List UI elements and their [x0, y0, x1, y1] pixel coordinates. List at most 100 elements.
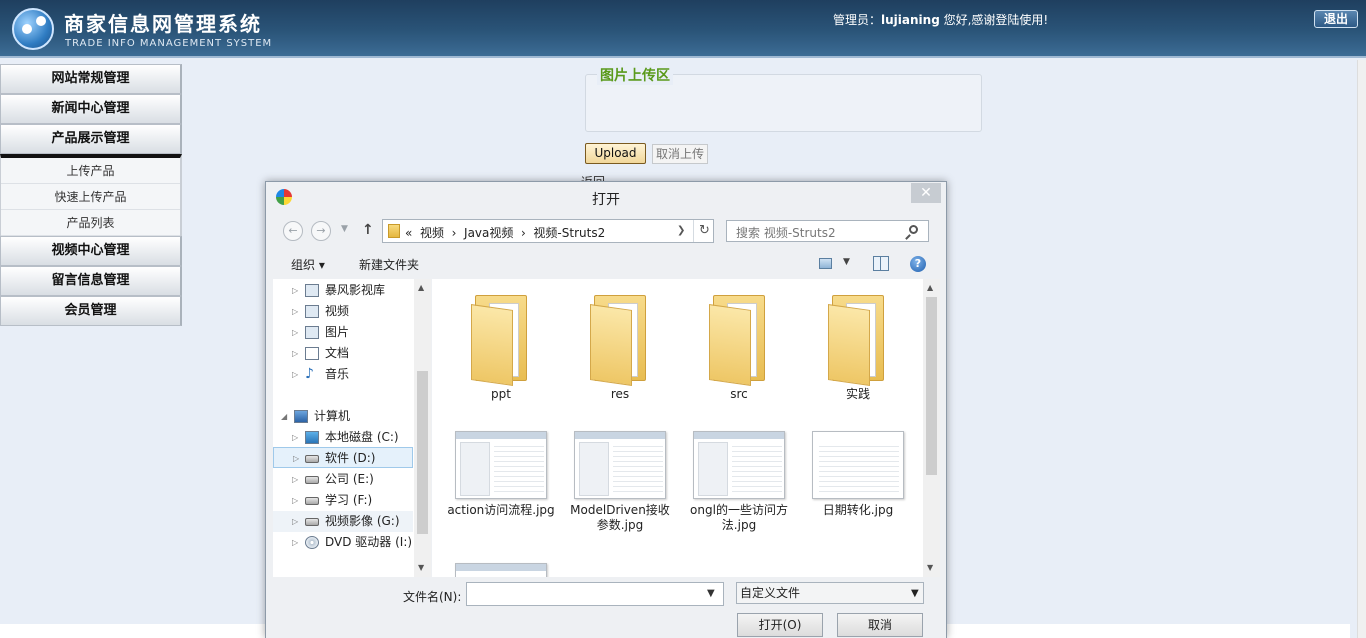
menu-site-general[interactable]: 网站常规管理: [0, 64, 182, 94]
file-label: ppt: [491, 387, 511, 401]
logout-button[interactable]: 退出: [1314, 10, 1358, 28]
help-icon[interactable]: ?: [910, 256, 926, 272]
tree-item-video-library[interactable]: ▷ 暴风影视库: [273, 280, 413, 301]
file-item-folder[interactable]: ppt: [446, 285, 556, 402]
file-item-image[interactable]: action访问流程.jpg: [446, 431, 556, 518]
file-item-folder[interactable]: res: [565, 285, 675, 402]
drive-icon: [305, 518, 319, 526]
scroll-thumb[interactable]: [926, 297, 937, 475]
admin-label: 管理员：: [833, 13, 882, 27]
file-item-image[interactable]: ModelDriven接收参数.jpg: [565, 431, 675, 533]
drive-icon: [305, 497, 319, 505]
chevron-down-icon[interactable]: ❯: [677, 225, 685, 236]
files-pane: ppt res src 实践 action访问流程.jpg ModelDrive…: [432, 279, 940, 577]
dialog-footer: 文件名(N): ▼ ▼ 自定义文件 打开(O) 取消: [266, 577, 946, 638]
open-button[interactable]: 打开(O): [737, 613, 823, 637]
greeting-text: 您好,感谢登陆使用!: [939, 13, 1049, 27]
tree-item-documents[interactable]: ▷ 文档: [273, 343, 413, 364]
file-item-folder[interactable]: src: [684, 285, 794, 402]
local-disk-icon: [305, 431, 319, 444]
upload-button[interactable]: Upload: [585, 143, 646, 164]
change-view-icon[interactable]: [819, 258, 832, 269]
address-path[interactable]: « 视频 › Java视频 › 视频-Struts2: [405, 224, 605, 241]
new-folder-button[interactable]: 新建文件夹: [359, 256, 419, 273]
cancel-upload-button[interactable]: 取消上传: [652, 144, 708, 164]
chevron-down-icon[interactable]: ▼: [707, 588, 715, 599]
product-submenu: 上传产品 快速上传产品 产品列表: [0, 154, 182, 236]
scroll-thumb[interactable]: [417, 371, 428, 534]
submenu-product-list[interactable]: 产品列表: [1, 210, 180, 236]
files-scrollbar[interactable]: ▲ ▼: [923, 279, 940, 577]
tree-item-pictures[interactable]: ▷ 图片: [273, 322, 413, 343]
tree-item-drive-d[interactable]: ▷ 软件 (D:): [273, 447, 413, 468]
navigation-scrollbar[interactable]: ▲ ▼: [414, 279, 431, 577]
dialog-titlebar[interactable]: 打开 ✕: [266, 182, 946, 212]
forward-arrow-icon[interactable]: →: [311, 221, 331, 241]
view-dropdown-icon[interactable]: ▼: [843, 257, 850, 267]
scroll-down-icon[interactable]: ▼: [927, 563, 933, 572]
page-scrollbar[interactable]: [1357, 60, 1366, 638]
app-header: 商家信息网管理系统 TRADE INFO MANAGEMENT SYSTEM 管…: [0, 0, 1366, 58]
image-thumbnail-icon: [455, 563, 547, 577]
upload-legend: 图片上传区: [597, 65, 673, 85]
menu-messages[interactable]: 留言信息管理: [0, 266, 182, 296]
file-item-image-partial[interactable]: [446, 563, 556, 577]
tree-item-videos[interactable]: ▷ 视频: [273, 301, 413, 322]
folder-icon: [388, 224, 400, 238]
menu-news-center[interactable]: 新闻中心管理: [0, 94, 182, 124]
documents-icon: [305, 347, 319, 360]
pictures-icon: [305, 326, 319, 339]
search-input[interactable]: 搜索 视频-Struts2: [726, 220, 929, 242]
up-arrow-icon[interactable]: ↑: [362, 222, 374, 238]
image-thumbnail-icon: [574, 431, 666, 499]
preview-pane-icon[interactable]: [873, 256, 889, 271]
dialog-title: 打开: [592, 192, 620, 208]
search-placeholder: 搜索 视频-Struts2: [736, 226, 836, 240]
file-item-image[interactable]: ongl的一些访问方法.jpg: [684, 431, 794, 533]
image-thumbnail-icon: [693, 431, 785, 499]
file-label: action访问流程.jpg: [447, 503, 555, 517]
video-icon: [305, 305, 319, 318]
chevron-down-icon[interactable]: ▼: [911, 584, 919, 604]
tree-item-drive-f[interactable]: ▷ 学习 (F:): [273, 490, 413, 511]
drive-icon: [305, 455, 319, 463]
filename-input[interactable]: ▼: [466, 582, 724, 606]
app-color-wheel-icon: [276, 189, 292, 205]
menu-product-display[interactable]: 产品展示管理: [0, 124, 182, 154]
submenu-quick-upload[interactable]: 快速上传产品: [1, 184, 180, 210]
search-icon[interactable]: [909, 225, 918, 234]
folder-icon: [828, 285, 888, 386]
file-label: res: [610, 387, 630, 401]
scroll-up-icon[interactable]: ▲: [927, 283, 933, 292]
dialog-close-button[interactable]: ✕: [911, 183, 941, 203]
sidebar: 网站常规管理 新闻中心管理 产品展示管理 上传产品 快速上传产品 产品列表 视频…: [0, 64, 182, 326]
filename-label: 文件名(N):: [403, 590, 462, 604]
tree-item-music[interactable]: ▷ ♪ 音乐: [273, 364, 413, 385]
file-type-value: 自定义文件: [740, 586, 801, 600]
menu-video-center[interactable]: 视频中心管理: [0, 236, 182, 266]
back-arrow-icon[interactable]: ←: [283, 221, 303, 241]
file-label: 实践: [845, 387, 870, 401]
scroll-down-icon[interactable]: ▼: [418, 563, 424, 572]
tree-item-drive-g[interactable]: ▷ 视频影像 (G:): [273, 511, 413, 532]
image-thumbnail-icon: [455, 431, 547, 499]
scroll-up-icon[interactable]: ▲: [418, 283, 424, 292]
admin-greeting: 管理员：lujianing 您好,感谢登陆使用!: [833, 11, 1048, 28]
organize-button[interactable]: 组织 ▾: [291, 256, 325, 273]
tree-item-drive-e[interactable]: ▷ 公司 (E:): [273, 469, 413, 490]
file-type-select[interactable]: ▼ 自定义文件: [736, 582, 924, 604]
submenu-upload-product[interactable]: 上传产品: [1, 158, 180, 184]
file-item-image[interactable]: 日期转化.jpg: [803, 431, 913, 518]
tree-item-dvd-drive[interactable]: ▷ DVD 驱动器 (I:): [273, 532, 413, 553]
recent-dropdown-icon[interactable]: ▼: [341, 224, 348, 234]
file-label: ongl的一些访问方法.jpg: [690, 503, 788, 532]
app-subtitle: TRADE INFO MANAGEMENT SYSTEM: [65, 38, 273, 49]
navigation-pane: ▷ 暴风影视库 ▷ 视频 ▷ 图片 ▷ 文档 ▷ ♪ 音乐 ◢ 计算机 ▷ 本地磁盘 (C:) …: [273, 279, 430, 577]
address-bar[interactable]: « 视频 › Java视频 › 视频-Struts2 ❯ ↻: [382, 219, 714, 243]
file-item-folder[interactable]: 实践: [803, 285, 913, 402]
tree-item-drive-c[interactable]: ▷ 本地磁盘 (C:): [273, 427, 413, 448]
tree-item-computer[interactable]: ◢ 计算机: [273, 406, 413, 427]
refresh-icon[interactable]: ↻: [693, 220, 715, 242]
menu-members[interactable]: 会员管理: [0, 296, 182, 326]
cancel-button[interactable]: 取消: [837, 613, 923, 637]
